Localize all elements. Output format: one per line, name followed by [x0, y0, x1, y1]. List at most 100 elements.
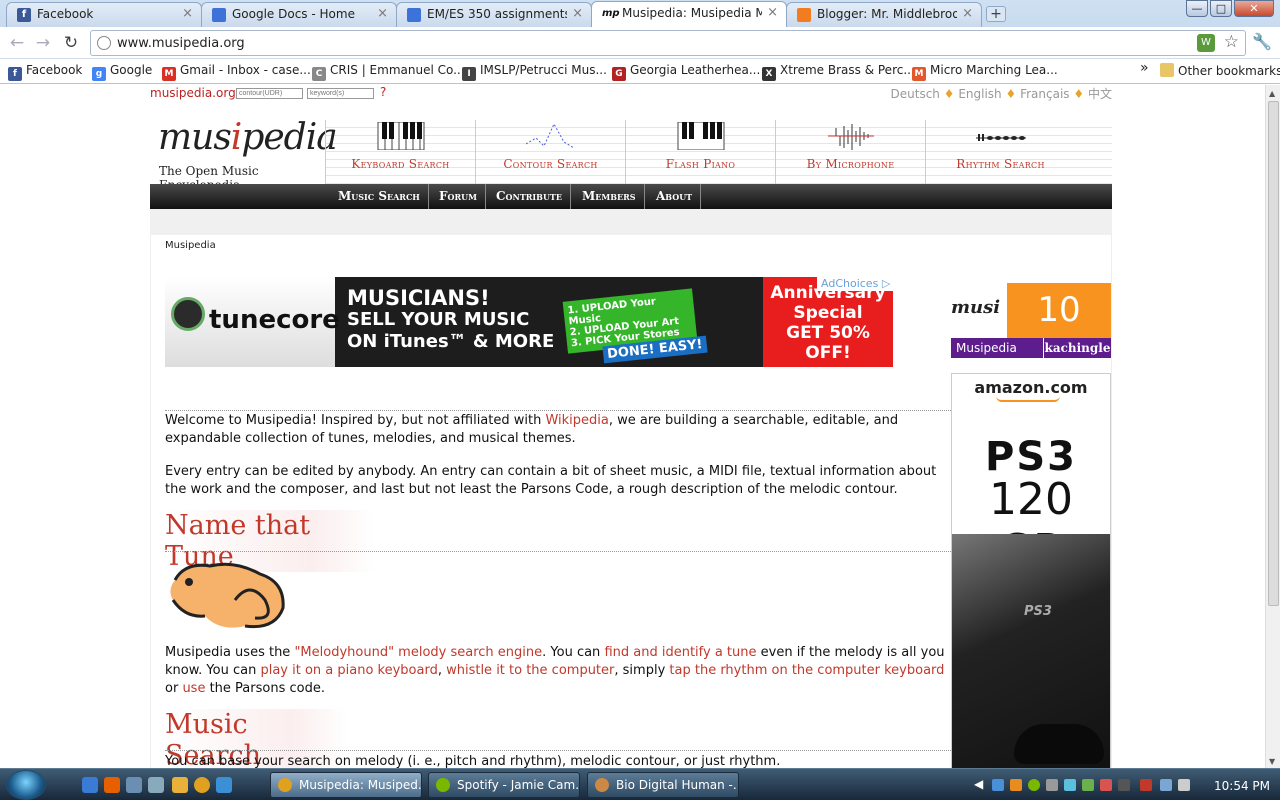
main-content: Musipedia tunecore MUSICIANS! SELL YOUR …: [150, 235, 1112, 768]
gmail-icon: M: [162, 67, 176, 81]
bookmark-item[interactable]: X Xtreme Brass & Perc...: [762, 63, 915, 81]
keyword-input[interactable]: [307, 88, 374, 99]
rhythm-search-tab[interactable]: Rhythm Search: [925, 120, 1075, 184]
nav-contribute[interactable]: Contribute: [488, 184, 571, 209]
tab-4[interactable]: mpMusipedia: Musipedia Melo ×: [591, 1, 787, 27]
whistle-link[interactable]: whistle it to the computer: [446, 663, 614, 678]
nav-music-search[interactable]: Music Search: [330, 184, 429, 209]
ie-quicklaunch-icon[interactable]: [82, 777, 98, 793]
spotify-tray-icon[interactable]: [1028, 779, 1040, 791]
taskbar-item-spotify[interactable]: Spotify - Jamie Cam...: [428, 772, 580, 798]
lang-chinese[interactable]: 中文: [1088, 87, 1112, 101]
volume-icon[interactable]: [1178, 779, 1190, 791]
bookmark-item[interactable]: I IMSLP/Petrucci Mus...: [462, 63, 607, 81]
tray-icon[interactable]: [1010, 779, 1022, 791]
other-bookmarks-label: Other bookmarks: [1178, 64, 1280, 78]
adchoices-label: AdChoices: [821, 277, 879, 290]
tray-icon[interactable]: [1118, 779, 1130, 791]
scrollbar-thumb[interactable]: [1268, 101, 1279, 606]
show-desktop-icon[interactable]: [126, 777, 142, 793]
tab-3[interactable]: EM/ES 350 assignments par ×: [396, 2, 592, 27]
contour-search-tab[interactable]: Contour Search: [475, 120, 625, 184]
bookmark-item[interactable]: M Gmail - Inbox - case...: [162, 63, 311, 81]
minimize-button[interactable]: —: [1186, 0, 1208, 17]
kachingle-widget[interactable]: musi 10 Musipedia kachingle: [951, 283, 1111, 358]
wikipedia-link[interactable]: Wikipedia: [545, 413, 608, 428]
bookmark-label: Google: [110, 63, 153, 77]
taskbar-item-bio-digital[interactable]: Bio Digital Human -...: [587, 772, 739, 798]
flash-quicklaunch-icon[interactable]: [216, 777, 232, 793]
maximize-button[interactable]: □: [1210, 0, 1232, 17]
tab-1[interactable]: f Facebook ×: [6, 2, 202, 27]
breadcrumb[interactable]: Musipedia: [165, 240, 216, 251]
tray-icon[interactable]: [1082, 779, 1094, 791]
bookmark-item[interactable]: G Georgia Leatherhea...: [612, 63, 760, 81]
taskbar-item-musipedia[interactable]: Musipedia: Musiped...: [270, 772, 422, 798]
nav-forum[interactable]: Forum: [431, 184, 486, 209]
network-icon[interactable]: [1160, 779, 1172, 791]
firefox-quicklaunch-icon[interactable]: [104, 777, 120, 793]
close-tab-icon[interactable]: ×: [767, 5, 778, 20]
tray-expand-icon[interactable]: ◀: [974, 777, 983, 791]
help-link[interactable]: ?: [380, 85, 386, 99]
contour-input[interactable]: [236, 88, 303, 99]
bookmarks-overflow-icon[interactable]: »: [1140, 60, 1149, 76]
microphone-label: By Microphone: [806, 157, 895, 171]
tray-icon[interactable]: [1100, 779, 1112, 791]
bookmark-item[interactable]: f Facebook: [8, 63, 82, 81]
tap-rhythm-link[interactable]: tap the rhythm on the computer keyboard: [669, 663, 944, 678]
vertical-scrollbar[interactable]: ▲ ▼: [1265, 85, 1280, 768]
site-logo[interactable]: musipedia The Open Music Encyclopedia: [150, 117, 338, 192]
tray-icon[interactable]: [1046, 779, 1058, 791]
reload-button[interactable]: ↻: [60, 32, 82, 54]
extension-icon[interactable]: W: [1197, 34, 1215, 52]
close-tab-icon[interactable]: ×: [962, 6, 973, 21]
close-window-button[interactable]: ✕: [1234, 0, 1274, 17]
flash-piano-tab[interactable]: Flash Piano: [625, 120, 775, 184]
tab-label: Musipedia: Musipedia Melo: [622, 6, 762, 20]
media-player-icon[interactable]: [172, 777, 188, 793]
switch-windows-icon[interactable]: [148, 777, 164, 793]
adchoices-link[interactable]: AdChoices ▷: [817, 277, 893, 291]
bookmark-item[interactable]: C CRIS | Emmanuel Co...: [312, 63, 465, 81]
tunecore-ad-banner[interactable]: tunecore MUSICIANS! SELL YOUR MUSIC ON i…: [165, 277, 893, 367]
new-tab-button[interactable]: +: [986, 6, 1006, 22]
amazon-ps3-ad[interactable]: amazon.com PS3 120 GB PS3: [951, 373, 1111, 768]
parsons-use-link[interactable]: use: [182, 681, 205, 696]
tray-icon[interactable]: [992, 779, 1004, 791]
lang-deutsch[interactable]: Deutsch: [891, 87, 940, 101]
close-tab-icon[interactable]: ×: [377, 6, 388, 21]
back-button[interactable]: ←: [6, 32, 28, 54]
windows-taskbar: Musipedia: Musiped... Spotify - Jamie Ca…: [0, 768, 1280, 800]
tray-icon[interactable]: [1064, 779, 1076, 791]
other-bookmarks[interactable]: Other bookmarks: [1160, 63, 1280, 78]
lang-francais[interactable]: Français: [1020, 87, 1069, 101]
xtreme-brass-icon: X: [762, 67, 776, 81]
scroll-down-icon[interactable]: ▼: [1269, 757, 1275, 766]
melodyhound-link[interactable]: "Melodyhound" melody search engine: [294, 645, 542, 660]
taskbar-clock[interactable]: 10:54 PM: [1214, 779, 1270, 793]
rhythm-search-label: Rhythm Search: [956, 157, 1045, 171]
bookmark-star-icon[interactable]: ☆: [1224, 32, 1239, 52]
forward-button[interactable]: →: [32, 32, 54, 54]
nav-members[interactable]: Members: [574, 184, 645, 209]
bookmark-item[interactable]: g Google: [92, 63, 152, 81]
close-tab-icon[interactable]: ×: [572, 6, 583, 21]
find-tune-link[interactable]: find and identify a tune: [604, 645, 756, 660]
address-bar[interactable]: www.musipedia.org W ☆: [90, 30, 1246, 56]
start-button[interactable]: [6, 770, 46, 800]
scroll-up-icon[interactable]: ▲: [1269, 89, 1275, 98]
lang-english[interactable]: English: [958, 87, 1001, 101]
tab-5[interactable]: Blogger: Mr. Middlebrooks' ×: [786, 2, 982, 27]
chrome-quicklaunch-icon[interactable]: [194, 777, 210, 793]
tab-2[interactable]: Google Docs - Home ×: [201, 2, 397, 27]
piano-keyboard-link[interactable]: play it on a piano keyboard: [260, 663, 437, 678]
close-tab-icon[interactable]: ×: [182, 6, 193, 21]
ad-offer-line3: GET 50%: [786, 323, 870, 343]
keyboard-search-tab[interactable]: Keyboard Search: [325, 120, 475, 184]
microphone-tab[interactable]: By Microphone: [775, 120, 925, 184]
nav-about[interactable]: About: [648, 184, 702, 209]
bookmark-item[interactable]: M Micro Marching Lea...: [912, 63, 1058, 81]
tray-icon[interactable]: [1140, 779, 1152, 791]
wrench-menu-icon[interactable]: 🔧: [1252, 32, 1272, 51]
